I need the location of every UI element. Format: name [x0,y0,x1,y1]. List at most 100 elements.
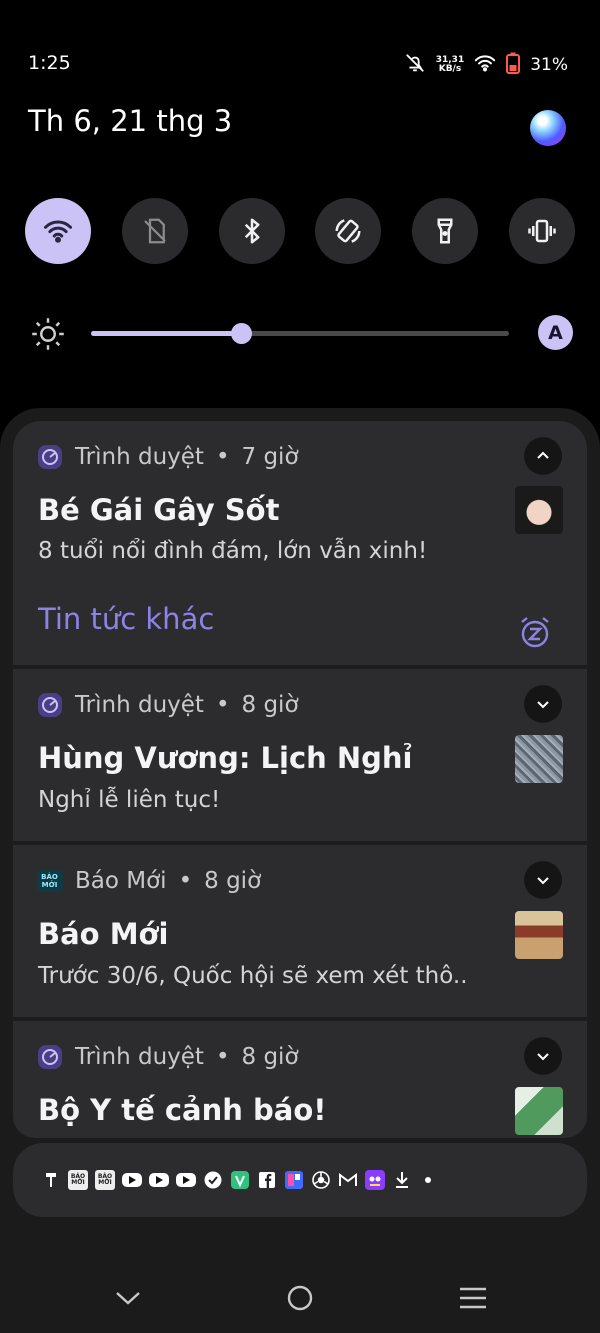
wifi-icon [44,220,72,243]
youtube-icon [149,1173,169,1187]
net-speed: 31,31 KB/s [436,56,464,74]
notification-app-name: Trình duyệt [75,691,204,718]
status-clock: 1:25 [28,52,71,74]
brightness-thumb[interactable] [231,323,253,344]
chevron-down-icon [537,1053,549,1061]
toggle-mobile-data[interactable] [122,198,188,264]
notification-header: Trình duyệt • 8 giờ [36,1043,299,1070]
expand-button[interactable] [524,1037,562,1075]
facebook-icon [257,1170,277,1190]
auto-brightness-button[interactable]: A [538,315,573,350]
notification-header: Trình duyệt • 8 giờ [36,691,299,718]
chrome-icon [311,1170,331,1190]
chevron-down-icon [537,877,549,885]
bluetooth-icon [244,218,260,244]
notification-body: Trước 30/6, Quốc hội sẽ xem xét thô.. [38,963,468,989]
notification-header: Trình duyệt • 7 giờ [36,443,299,470]
notification-card[interactable]: Trình duyệt • 8 giờ Bộ Y tế cảnh báo! [13,1021,587,1138]
notification-thumbnail [515,486,563,534]
browser-app-icon [36,443,63,470]
download-icon [392,1170,412,1190]
expand-button[interactable] [524,861,562,899]
separator-dot: • [215,691,230,718]
brightness-slider[interactable] [91,323,509,344]
chevron-down-icon [116,1292,140,1305]
check-icon [203,1170,223,1190]
usb-icon [41,1170,61,1190]
separator-dot: • [178,867,193,894]
notification-list: Trình duyệt • 7 giờ Bé Gái Gây Sốt 8 tuổ… [13,421,587,1138]
toggle-wifi[interactable] [25,198,91,264]
baomoi-app-icon: BÁO MỚI [36,867,63,894]
notification-app-name: Trình duyệt [75,1043,204,1070]
toggle-bluetooth[interactable] [219,198,285,264]
gmail-icon [338,1170,358,1190]
wifi-icon [474,53,496,77]
baomoi-icon: BÁO MỚI [95,1170,115,1190]
nav-home-button[interactable] [282,1280,318,1316]
brightness-fill [91,331,242,336]
baomoi-icon-text: BÁO MỚI [36,869,63,892]
youtube-icon [176,1173,196,1187]
brightness-sun-icon [32,318,64,350]
mute-icon [404,52,426,78]
vpn-icon [230,1170,250,1190]
rotate-icon [335,219,361,243]
notification-time: 8 giờ [241,691,299,718]
toggle-vibrate[interactable] [509,198,575,264]
notification-title: Báo Mới [38,917,169,951]
expand-button[interactable] [524,685,562,723]
chevron-down-icon [537,701,549,709]
nav-recents-button[interactable] [455,1280,491,1316]
net-speed-unit: KB/s [438,64,462,74]
snooze-icon[interactable] [518,615,552,649]
separator-dot: • [215,1043,230,1070]
toggle-flashlight[interactable] [412,198,478,264]
vibrate-icon [528,219,556,243]
notification-body: 8 tuổi nổi đình đám, lớn vẫn xinh! [38,538,428,564]
no-sim-icon [144,218,166,244]
collapse-button[interactable] [524,437,562,475]
notification-card[interactable]: Trình duyệt • 8 giờ Hùng Vương: Lịch Ngh… [13,669,587,841]
notification-header: BÁO MỚI Báo Mới • 8 giờ [36,867,261,894]
baomoi-icon: BÁO MỚI [68,1170,88,1190]
more-news-button[interactable]: Tin tức khác [38,602,214,636]
notification-time: 7 giờ [241,443,299,470]
notification-app-name: Trình duyệt [75,443,204,470]
flashlight-icon [437,218,453,244]
notification-body: Nghỉ lễ liên tục! [38,787,221,813]
notification-title: Hùng Vương: Lịch Nghỉ [38,741,413,775]
notification-title: Bộ Y tế cảnh báo! [38,1093,327,1127]
notification-card[interactable]: BÁO MỚI Báo Mới • 8 giờ Báo Mới Trước 30… [13,845,587,1017]
notification-thumbnail [515,735,563,783]
notification-app-name: Báo Mới [75,867,167,894]
brightness-control: A [30,312,575,356]
assistant-orb-icon[interactable] [530,110,566,146]
notification-title: Bé Gái Gây Sốt [38,493,280,527]
battery-icon [506,52,521,78]
nav-back-button[interactable] [110,1280,146,1316]
notification-icons-strip[interactable]: BÁO MỚI BÁO MỚI [13,1143,587,1217]
status-icons: 31,31 KB/s 31% [404,52,568,78]
home-circle-icon [287,1285,313,1311]
separator-dot: • [215,443,230,470]
quick-toggles [25,198,575,264]
browser-app-icon [36,1043,63,1070]
status-bar: 1:25 31,31 KB/s 31% [0,0,600,110]
browser-app-icon [36,691,63,718]
chevron-up-icon [537,451,549,459]
notification-time: 8 giờ [241,1043,299,1070]
app-icon [284,1170,304,1190]
notification-time: 8 giờ [204,867,262,894]
battery-percent: 31% [530,55,568,75]
toggle-auto-rotate[interactable] [315,198,381,264]
more-dot-icon [425,1177,431,1183]
notification-thumbnail [515,911,563,959]
notification-card[interactable]: Trình duyệt • 7 giờ Bé Gái Gây Sốt 8 tuổ… [13,421,587,665]
game-icon [365,1170,385,1190]
notification-thumbnail [515,1087,563,1135]
date-label[interactable]: Th 6, 21 thg 3 [28,104,232,138]
youtube-icon [122,1173,142,1187]
navigation-bar [0,1270,600,1330]
menu-lines-icon [460,1287,486,1309]
